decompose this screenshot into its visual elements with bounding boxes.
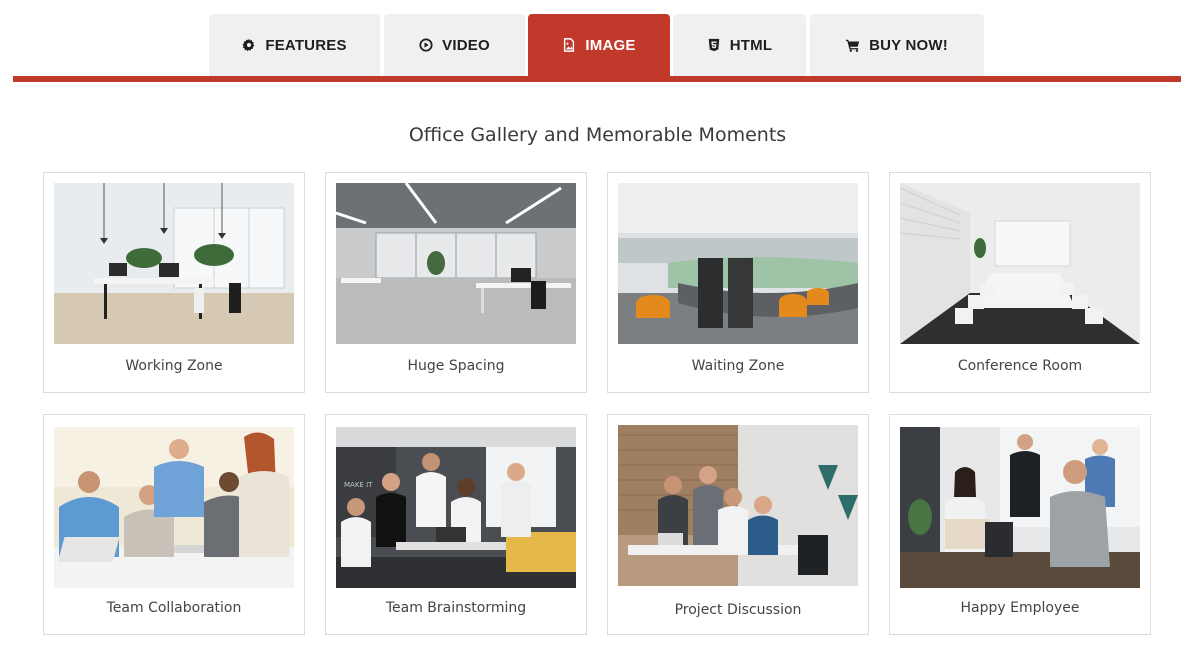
gallery-card-team-collaboration[interactable]: Team Collaboration (43, 414, 305, 635)
tab-underline (13, 76, 1181, 82)
gallery-photo[interactable] (900, 183, 1140, 344)
tab-html[interactable]: HTML (673, 14, 806, 76)
gallery-photo[interactable] (618, 425, 858, 586)
tab-label: BUY NOW! (869, 36, 948, 54)
tab-label: HTML (729, 36, 773, 54)
tab-label: FEATURES (265, 36, 347, 54)
svg-text:MAKE IT: MAKE IT (344, 481, 373, 489)
gallery-card-project-discussion[interactable]: Project Discussion (607, 414, 869, 635)
gallery-card-happy-employee[interactable]: Happy Employee (889, 414, 1151, 635)
gallery-photo[interactable] (54, 427, 294, 588)
gallery-caption: Project Discussion (674, 602, 802, 618)
gallery-card-huge-spacing[interactable]: Huge Spacing (325, 172, 587, 393)
gallery-caption: Huge Spacing (407, 358, 505, 374)
tab-label: VIDEO (442, 36, 490, 54)
gallery-card-waiting-zone[interactable]: Waiting Zone (607, 172, 869, 393)
tab-features[interactable]: FEATURES (209, 14, 380, 76)
gallery-caption: Waiting Zone (691, 358, 785, 374)
gallery-caption: Team Collaboration (106, 600, 242, 616)
gallery-photo[interactable]: MAKE IT (336, 427, 576, 588)
image-icon (564, 38, 575, 52)
tab-label: IMAGE (585, 36, 636, 54)
gallery-photo[interactable] (618, 183, 858, 344)
tab-image[interactable]: IMAGE (528, 14, 670, 76)
play-circle-icon (419, 38, 433, 52)
tab-buy-now[interactable]: BUY NOW! (810, 14, 984, 76)
page-title: Office Gallery and Memorable Moments (408, 124, 787, 146)
gallery-photo[interactable] (900, 427, 1140, 588)
gallery-caption: Working Zone (125, 358, 223, 374)
tab-video[interactable]: VIDEO (384, 14, 525, 76)
tab-bar: FEATURES VIDEO IMAGE HTML BUY NOW! (0, 14, 1195, 76)
gallery-photo[interactable] (54, 183, 294, 344)
gallery-card-working-zone[interactable]: Working Zone (43, 172, 305, 393)
gallery-card-conference-room[interactable]: Conference Room (889, 172, 1151, 393)
gear-icon (242, 38, 255, 52)
html5-icon (708, 38, 720, 52)
gallery-card-team-brainstorming[interactable]: MAKE IT Team Brainstorming (325, 414, 587, 635)
gallery-caption: Conference Room (957, 358, 1083, 374)
gallery-photo[interactable] (336, 183, 576, 344)
gallery-caption: Happy Employee (960, 600, 1080, 616)
cart-icon (846, 39, 860, 52)
gallery-caption: Team Brainstorming (385, 600, 527, 616)
